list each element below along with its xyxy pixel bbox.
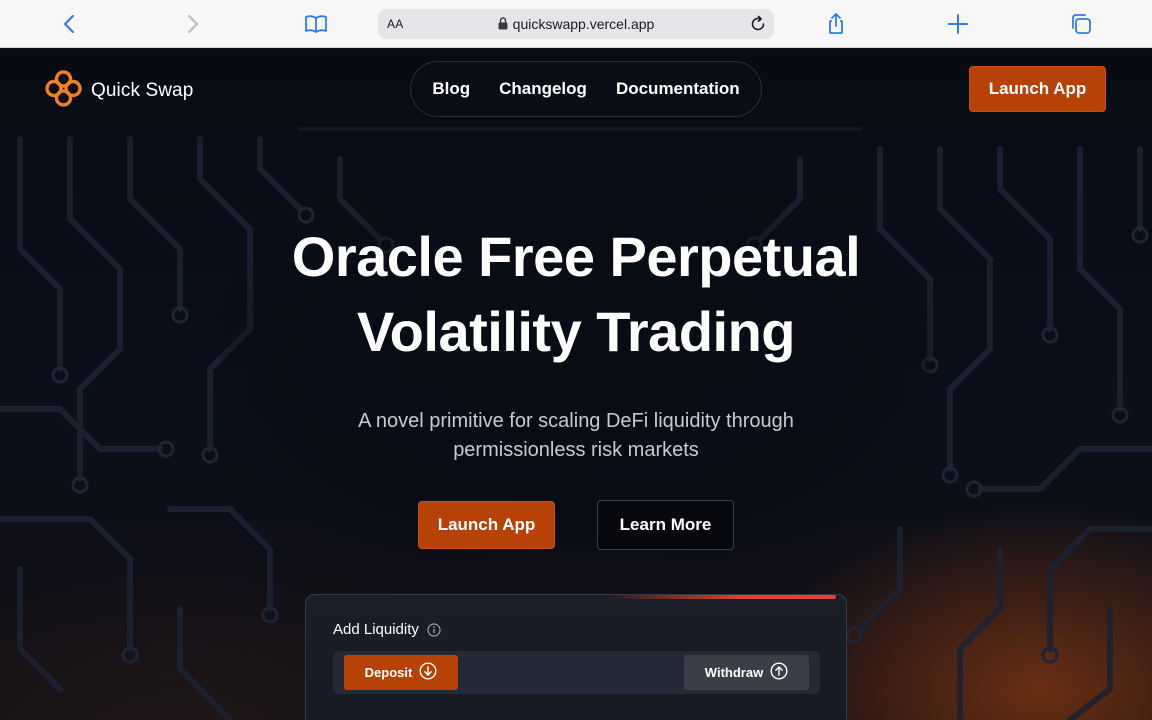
share-icon[interactable]	[824, 12, 848, 36]
back-icon[interactable]	[58, 12, 82, 36]
brand-name: Quick Swap	[91, 80, 194, 101]
tab-deposit-label: Deposit	[364, 665, 413, 680]
nav-launch-app-button[interactable]: Launch App	[969, 66, 1106, 112]
liquidity-tabs: Deposit Withdraw	[333, 651, 820, 694]
logo-icon	[45, 70, 82, 112]
tab-withdraw-label: Withdraw	[704, 665, 764, 680]
nav-link-blog[interactable]: Blog	[432, 79, 470, 99]
url-text: quickswapp.vercel.app	[512, 16, 655, 32]
add-liquidity-card: Add Liquidity Deposit Withdraw	[305, 594, 847, 720]
reload-icon[interactable]	[748, 14, 768, 39]
hero-launch-app-button[interactable]: Launch App	[418, 501, 555, 549]
info-icon[interactable]	[427, 622, 441, 637]
browser-toolbar: AA quickswapp.vercel.app	[0, 0, 1152, 48]
tabs-icon[interactable]	[1069, 12, 1093, 36]
lock-icon	[498, 17, 508, 33]
tab-withdraw[interactable]: Withdraw	[684, 655, 809, 690]
hero-subtitle-line-1: A novel primitive for scaling DeFi liqui…	[358, 410, 794, 432]
main-nav: Blog Changelog Documentation	[410, 61, 762, 117]
arrow-down-circle-icon	[419, 662, 437, 683]
nav-link-documentation[interactable]: Documentation	[616, 79, 740, 99]
hero-subtitle-line-2: permissionless risk markets	[453, 439, 699, 461]
card-title: Add Liquidity	[333, 621, 419, 638]
arrow-up-circle-icon	[770, 662, 788, 683]
page: Quick Swap Blog Changelog Documentation …	[0, 49, 1152, 720]
tab-deposit[interactable]: Deposit	[344, 655, 458, 690]
nav-link-changelog[interactable]: Changelog	[499, 79, 587, 99]
bookmarks-icon[interactable]	[304, 12, 328, 36]
address-bar[interactable]: AA quickswapp.vercel.app	[378, 9, 774, 39]
forward-icon[interactable]	[180, 12, 204, 36]
brand-logo[interactable]: Quick Swap	[45, 70, 193, 112]
hero-title-line-1: Oracle Free Perpetual	[291, 225, 861, 288]
new-tab-icon[interactable]	[946, 12, 970, 36]
learn-more-button[interactable]: Learn More	[597, 500, 734, 550]
hero-title-line-2: Volatility Trading	[356, 300, 796, 363]
